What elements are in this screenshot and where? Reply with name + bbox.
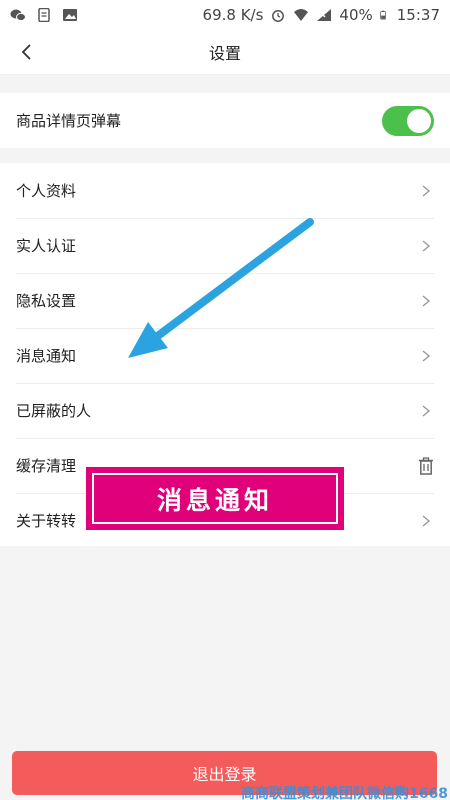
chevron-right-icon: [422, 349, 431, 362]
status-bar-right: 69.8 K/s 40% 15:37: [203, 6, 440, 24]
document-icon: [38, 8, 50, 22]
settings-item-label: 个人资料: [16, 182, 77, 200]
chevron-right-icon: [422, 404, 431, 417]
wifi-icon: [294, 9, 309, 21]
danmaku-toggle-label: 商品详情页弹幕: [16, 112, 122, 130]
chevron-left-icon: [21, 44, 31, 60]
chevron-right-icon: [422, 294, 431, 307]
clock: 15:37: [396, 6, 440, 24]
page-title: 设置: [208, 44, 241, 63]
battery-level: 40%: [339, 6, 373, 24]
settings-item-label: 消息通知: [16, 347, 77, 365]
trash-icon[interactable]: [418, 456, 434, 475]
settings-item-label: 已屏蔽的人: [16, 402, 92, 420]
network-speed: 69.8 K/s: [202, 6, 264, 24]
settings-item-label: 实人认证: [16, 237, 77, 255]
alarm-icon: [272, 10, 285, 22]
danmaku-toggle-row: 商品详情页弹幕: [0, 93, 450, 148]
settings-item-verification[interactable]: 实人认证: [0, 218, 450, 273]
wechat-icon: [10, 9, 26, 22]
annotation-badge: 消息通知: [86, 467, 344, 530]
back-button[interactable]: [10, 36, 42, 68]
toggle-knob: [407, 108, 431, 133]
nav-bar: 设置: [0, 30, 450, 75]
danmaku-toggle[interactable]: [382, 105, 434, 136]
status-bar: 69.8 K/s 40% 15:37: [0, 0, 450, 30]
settings-item-blocked[interactable]: 已屏蔽的人: [0, 383, 450, 438]
annotation-text: 消息通知: [156, 485, 273, 515]
image-icon: [63, 9, 77, 21]
battery-icon: [380, 10, 386, 20]
settings-item-profile[interactable]: 个人资料: [0, 163, 450, 218]
chevron-right-icon: [422, 239, 431, 252]
chevron-right-icon: [422, 514, 431, 527]
toggle-group: 商品详情页弹幕: [0, 93, 450, 148]
watermark-text: 商商联盟策划兼团队微信购1668: [241, 786, 448, 800]
settings-item-privacy[interactable]: 隐私设置: [0, 273, 450, 328]
chevron-right-icon: [422, 184, 431, 197]
settings-item-notifications[interactable]: 消息通知: [0, 328, 450, 383]
signal-icon: [317, 9, 332, 21]
settings-item-label: 隐私设置: [16, 292, 77, 310]
status-bar-left: [10, 8, 78, 22]
